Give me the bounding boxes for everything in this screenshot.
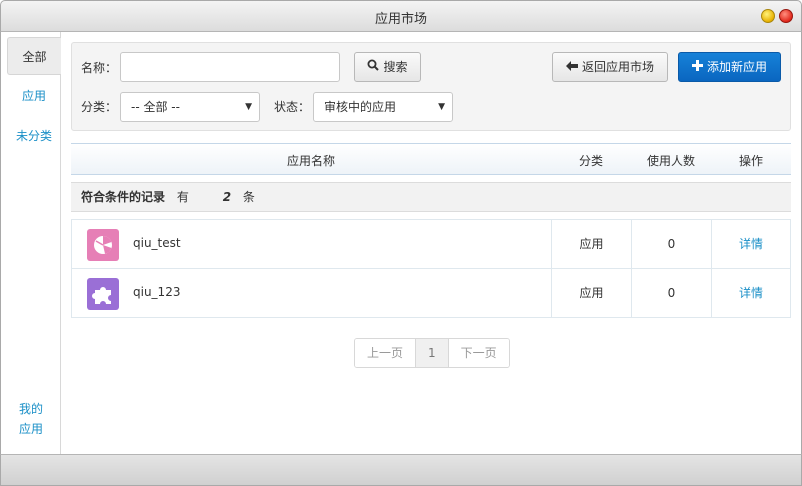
details-cell: 详情: [711, 269, 790, 318]
back-to-market-label: 返回应用市场: [581, 60, 654, 74]
app-category: 应用: [551, 269, 631, 318]
minimize-button[interactable]: [761, 9, 775, 23]
prev-page-button[interactable]: 上一页: [355, 339, 417, 367]
chevron-down-icon: ▼: [245, 102, 252, 112]
pie-chart-icon: [87, 229, 119, 261]
add-new-app-button[interactable]: 添加新应用: [678, 52, 781, 82]
summary-has: 有: [176, 190, 189, 204]
column-header-category: 分类: [578, 154, 603, 168]
summary-unit: 条: [242, 190, 255, 204]
sidebar-item-all[interactable]: 全部: [7, 37, 61, 75]
main-content: 名称： 搜索 分类： -- 全部 -- ▼ 状态： 审核中的应用 ▼ 返回应用市…: [62, 32, 801, 454]
window-title: 应用市场: [374, 12, 427, 27]
details-link[interactable]: 详情: [739, 286, 763, 300]
next-page-button[interactable]: 下一页: [448, 339, 509, 367]
sidebar-item-my-apps[interactable]: 我的 应用: [19, 399, 49, 439]
puzzle-piece-icon: [87, 278, 119, 310]
table-header: 应用名称 分类 使用人数 操作: [71, 143, 791, 175]
status-select[interactable]: 审核中的应用 ▼: [313, 92, 453, 122]
plus-icon: [691, 53, 703, 81]
name-label: 名称：: [81, 61, 118, 75]
close-button[interactable]: [779, 9, 793, 23]
arrow-left-icon: [565, 53, 578, 81]
column-header-users: 使用人数: [646, 154, 695, 168]
table-row: qiu_123 应用 0 详情: [72, 269, 790, 318]
app-users: 0: [631, 220, 711, 269]
back-to-market-button[interactable]: 返回应用市场: [552, 52, 668, 82]
category-select-value: -- 全部 --: [131, 100, 180, 114]
add-new-app-label: 添加新应用: [706, 60, 767, 74]
column-header-actions: 操作: [738, 154, 763, 168]
search-icon: [367, 53, 380, 81]
app-category: 应用: [551, 220, 631, 269]
sidebar-item-apps[interactable]: 应用: [7, 77, 61, 115]
my-apps-line-2: 应用: [19, 422, 44, 436]
title-bar: 应用市场: [0, 0, 802, 32]
table-row: qiu_test 应用 0 详情: [72, 220, 790, 269]
name-search-input[interactable]: [120, 52, 340, 82]
category-label: 分类：: [81, 100, 118, 114]
column-header-app-name: 应用名称: [286, 154, 335, 168]
app-name: qiu_test: [133, 236, 181, 250]
sidebar-item-uncategorized[interactable]: 未分类: [7, 117, 61, 155]
details-link[interactable]: 详情: [739, 237, 763, 251]
sidebar: 全部 应用 未分类 我的 应用: [1, 32, 61, 454]
status-select-value: 审核中的应用: [324, 100, 397, 114]
app-users: 0: [631, 269, 711, 318]
status-bar: [0, 454, 802, 486]
pagination: 上一页 1 下一页: [354, 338, 510, 368]
my-apps-line-1: 我的: [19, 402, 44, 416]
status-label: 状态：: [274, 100, 311, 114]
details-cell: 详情: [711, 220, 790, 269]
search-button[interactable]: 搜索: [354, 52, 421, 82]
chevron-down-icon: ▼: [438, 102, 445, 112]
search-button-label: 搜索: [383, 60, 408, 74]
app-table-body: qiu_test 应用 0 详情 qiu_123 应用 0 详情: [71, 219, 791, 318]
app-name: qiu_123: [133, 285, 181, 299]
summary-prefix: 符合条件的记录: [81, 190, 166, 204]
current-page[interactable]: 1: [416, 339, 449, 367]
summary-count: 2: [222, 190, 232, 204]
category-select[interactable]: -- 全部 -- ▼: [120, 92, 260, 122]
records-summary: 符合条件的记录 有 2 条: [71, 182, 791, 212]
filter-panel: 名称： 搜索 分类： -- 全部 -- ▼ 状态： 审核中的应用 ▼ 返回应用市…: [71, 42, 791, 131]
